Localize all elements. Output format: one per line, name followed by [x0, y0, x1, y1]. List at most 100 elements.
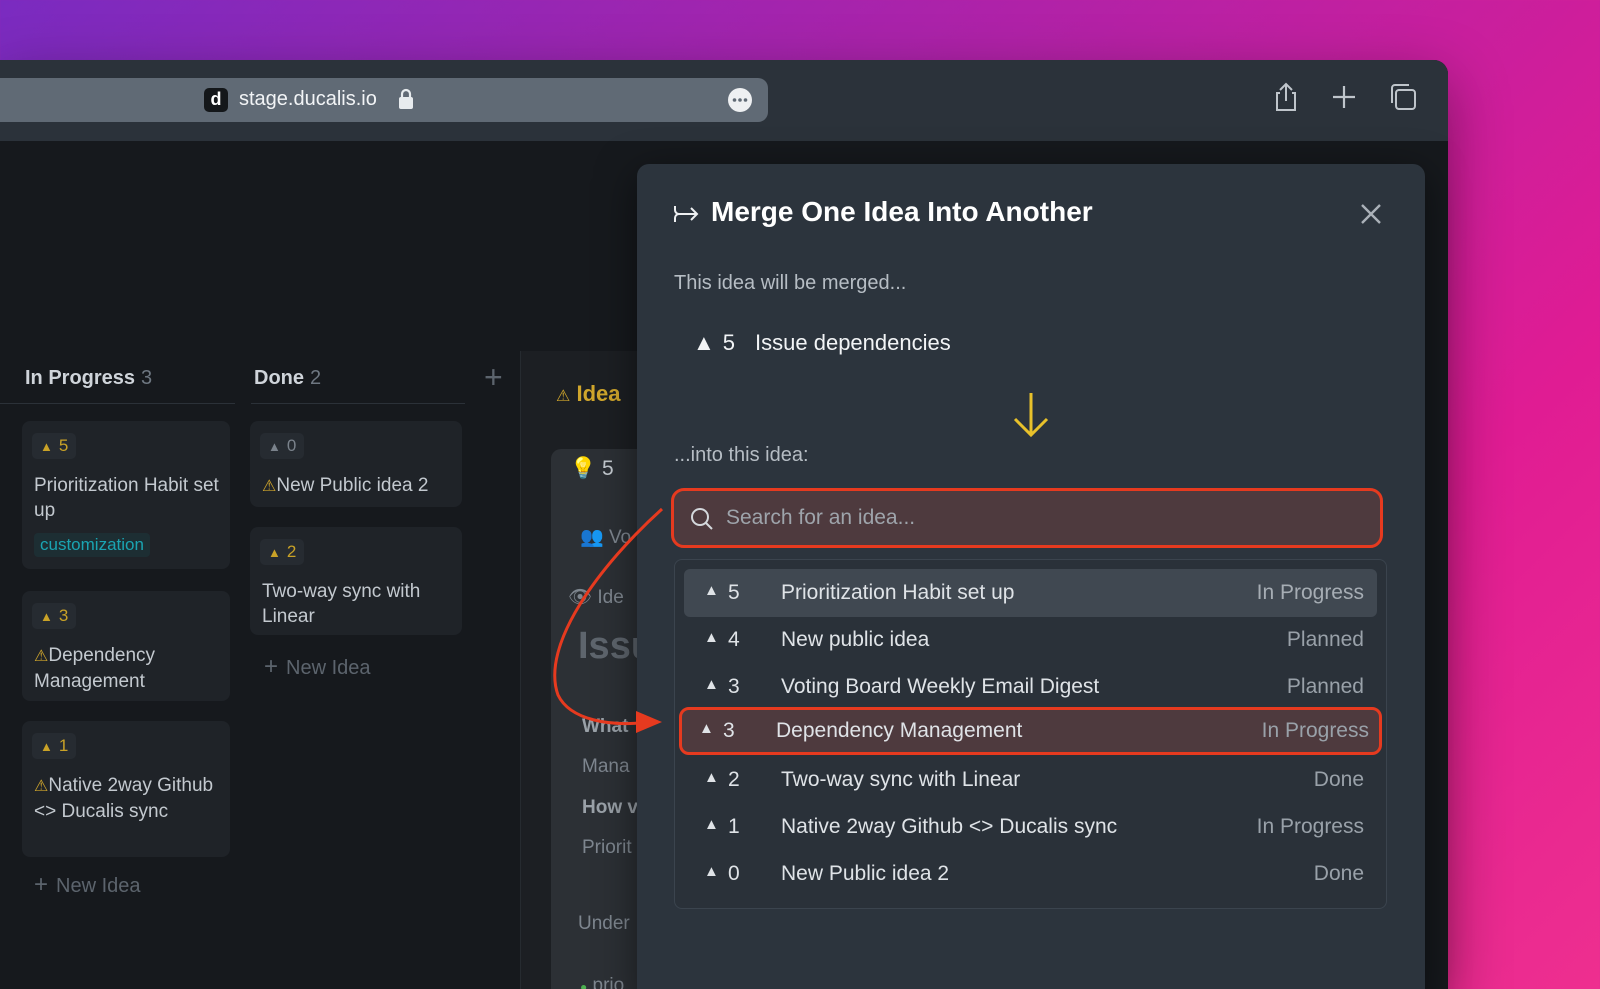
result-row[interactable]: ▲ 4 New public idea Planned: [684, 616, 1377, 664]
result-title: Prioritization Habit set up: [781, 581, 1015, 604]
vote-badge[interactable]: ▲ 2: [260, 539, 305, 565]
card-title: Two-way sync with Linear: [262, 581, 421, 627]
result-votes: 2: [728, 768, 740, 791]
share-icon[interactable]: [1270, 81, 1302, 113]
modal-title: Merge One Idea Into Another: [711, 196, 1093, 227]
more-options-icon[interactable]: [727, 87, 753, 113]
source-idea: ▲ 5 Issue dependencies: [693, 330, 951, 356]
card-title: New Public idea 2: [276, 475, 429, 496]
vote-count: 0: [286, 436, 297, 455]
result-status: In Progress: [1256, 581, 1364, 604]
new-tab-icon[interactable]: [1328, 81, 1360, 113]
tabs-overview-icon[interactable]: [1387, 81, 1419, 113]
idea-vote-count: 5: [601, 457, 614, 480]
result-status: Planned: [1286, 628, 1364, 651]
merge-icon: [674, 206, 699, 222]
result-row-selected[interactable]: ▲ 3 Dependency Management In Progress: [679, 707, 1382, 755]
result-row[interactable]: ▲ 0 New Public idea 2 Done: [684, 850, 1377, 898]
result-votes: 3: [723, 719, 735, 742]
lock-icon: [399, 88, 413, 109]
vote-badge[interactable]: ▲ 5: [32, 433, 77, 459]
result-votes: 5: [728, 581, 740, 604]
vote-count: 5: [58, 436, 69, 455]
source-title: Issue dependencies: [755, 330, 951, 355]
result-title: New Public idea 2: [781, 862, 950, 885]
upvote-icon: ▲: [704, 816, 719, 833]
add-column-button[interactable]: +: [484, 359, 503, 396]
result-title: Native 2way Github <> Ducalis sync: [781, 815, 1118, 838]
card-title-wrap: ⚠Dependency Management: [34, 643, 220, 694]
card-title: Dependency Management: [34, 645, 156, 692]
browser-toolbar: d stage.ducalis.io: [0, 60, 1448, 141]
upvote-icon: ▲: [40, 739, 53, 754]
new-idea-label: New Idea: [286, 657, 371, 679]
into-label: ...into this idea:: [674, 444, 809, 466]
upvote-icon: ▲: [704, 863, 719, 880]
upvote-icon: ▲: [704, 676, 719, 693]
upvote-icon: ▲: [704, 629, 719, 646]
vote-count: 2: [286, 542, 297, 561]
vote-badge[interactable]: ▲ 1: [32, 733, 77, 759]
idea-card[interactable]: ▲ 1 ⚠Native 2way Github <> Ducalis sync: [22, 721, 230, 857]
idea-header-label: Idea: [576, 381, 621, 406]
result-votes: 3: [728, 675, 740, 698]
column-header-in-progress: In Progress 3: [25, 367, 152, 390]
warning-icon: ⚠: [556, 388, 571, 405]
upvote-icon: ▲: [699, 720, 714, 737]
result-title: New public idea: [781, 628, 930, 651]
idea-card[interactable]: ▲ 5 Prioritization Habit set up customiza…: [22, 421, 230, 569]
vote-count: 1: [58, 736, 69, 755]
upvote-icon: ▲: [704, 582, 719, 599]
column-title: In Progress: [25, 367, 136, 389]
section-how: How v: [582, 797, 638, 818]
result-status: Done: [1313, 768, 1364, 791]
result-row[interactable]: ▲ 1 Native 2way Github <> Ducalis sync I…: [684, 803, 1377, 851]
source-votes: 5: [722, 330, 736, 355]
card-title: Native 2way Github <> Ducalis sync: [34, 775, 214, 822]
result-title: Two-way sync with Linear: [781, 768, 1021, 791]
section-priorit: Priorit: [582, 837, 632, 858]
understanding-field[interactable]: Under: [578, 913, 630, 935]
warning-icon: ⚠: [34, 778, 49, 795]
column-divider: [0, 403, 235, 404]
plus-icon: +: [264, 653, 279, 680]
search-field[interactable]: [671, 488, 1383, 548]
result-votes: 0: [728, 862, 740, 885]
card-tag[interactable]: customization: [34, 533, 150, 557]
result-status: In Progress: [1261, 719, 1369, 742]
arrow-down-icon: [1013, 393, 1049, 438]
merged-label: This idea will be merged...: [674, 272, 907, 294]
merge-idea-modal: Merge One Idea Into Another This idea wi…: [637, 164, 1425, 989]
upvote-icon: ▲: [268, 439, 281, 454]
idea-card[interactable]: ▲ 3 ⚠Dependency Management: [22, 591, 230, 701]
idea-card[interactable]: ▲ 2 Two-way sync with Linear: [250, 527, 462, 635]
result-row[interactable]: ▲ 2 Two-way sync with Linear Done: [684, 756, 1377, 804]
result-title: Voting Board Weekly Email Digest: [781, 675, 1100, 698]
result-status: In Progress: [1256, 815, 1364, 838]
result-row[interactable]: ▲ 3 Voting Board Weekly Email Digest Pla…: [684, 663, 1377, 711]
new-idea-button[interactable]: + New Idea: [34, 871, 141, 899]
new-idea-button[interactable]: + New Idea: [264, 653, 371, 681]
url-text: stage.ducalis.io: [239, 88, 377, 110]
upvote-icon: ▲: [40, 439, 53, 454]
search-results-list: ▲ 5 Prioritization Habit set up In Progr…: [674, 559, 1387, 909]
vote-badge[interactable]: ▲ 3: [32, 603, 77, 629]
site-favicon: d: [204, 88, 228, 112]
result-votes: 1: [728, 815, 740, 838]
vote-badge[interactable]: ▲ 0: [260, 433, 305, 459]
result-votes: 4: [728, 628, 740, 651]
upvote-icon: ▲: [704, 769, 719, 786]
column-count: 3: [141, 367, 153, 389]
result-row[interactable]: ▲ 5 Prioritization Habit set up In Progr…: [684, 569, 1377, 617]
card-title-wrap: ⚠New Public idea 2: [262, 473, 452, 499]
address-bar[interactable]: d stage.ducalis.io: [0, 78, 768, 122]
prio-tag[interactable]: ● prio: [580, 975, 624, 989]
idea-card[interactable]: ▲ 0 ⚠New Public idea 2: [250, 421, 462, 507]
new-idea-label: New Idea: [56, 875, 141, 897]
search-input[interactable]: [726, 501, 1366, 535]
idea-votes: 💡 5: [570, 457, 614, 480]
section-mana: Mana: [582, 756, 630, 777]
result-title: Dependency Management: [776, 719, 1023, 742]
close-icon[interactable]: [1355, 198, 1387, 230]
search-icon: [691, 508, 713, 530]
